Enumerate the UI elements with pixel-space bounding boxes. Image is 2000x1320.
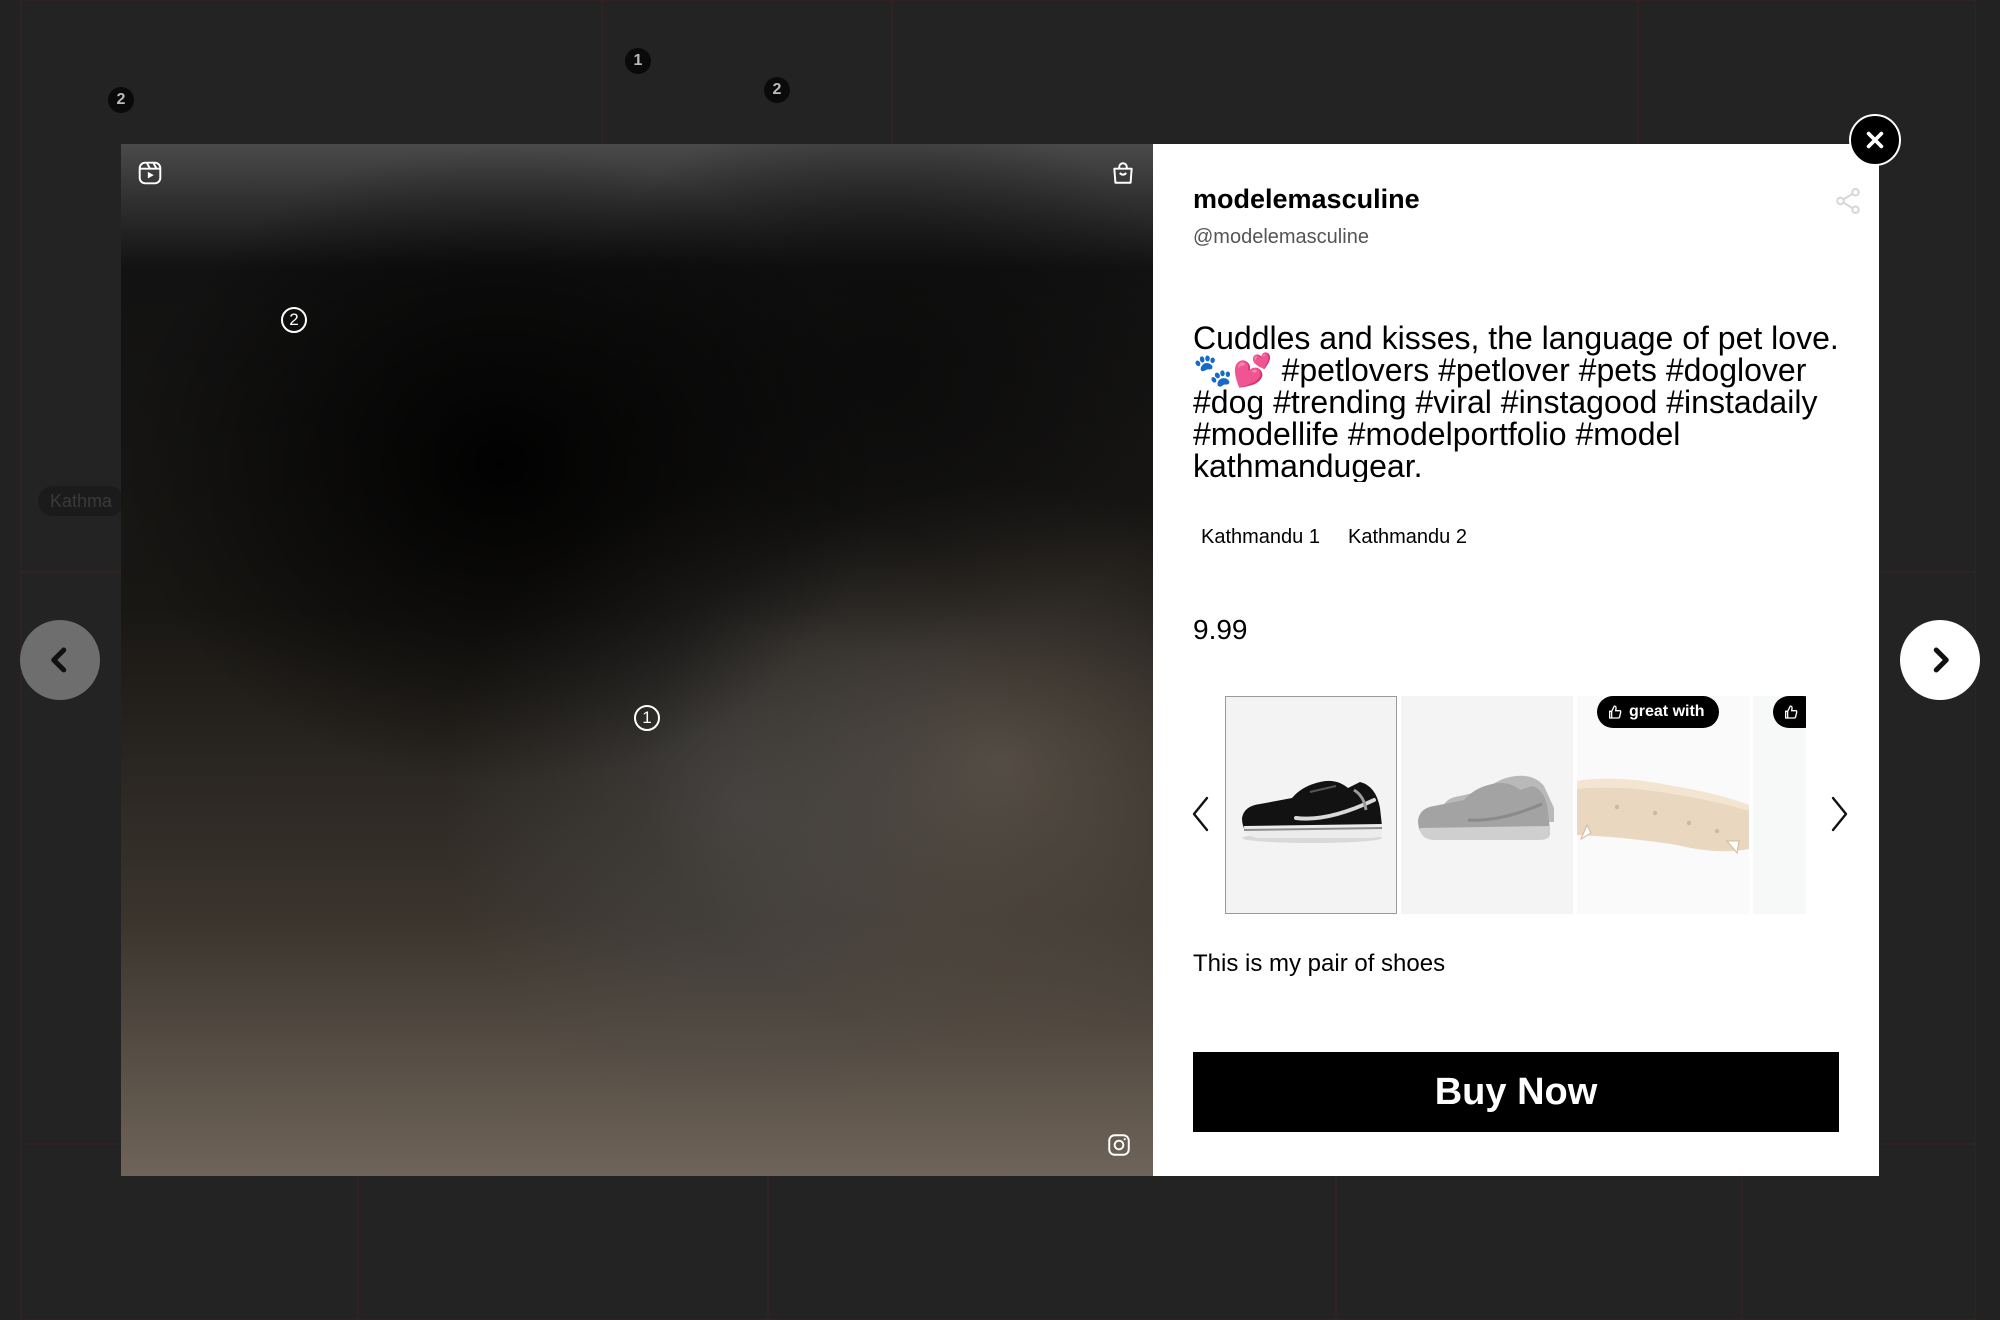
carousel-viewport: great with <box>1225 696 1806 916</box>
chevron-left-icon <box>1192 796 1209 832</box>
bg-tag-chip: Kathma <box>38 486 125 516</box>
carousel-next-button[interactable] <box>1827 794 1851 834</box>
shopping-bag-icon[interactable] <box>1110 160 1136 186</box>
user-handle[interactable]: @modelemasculine <box>1193 226 1369 249</box>
chevron-right-icon <box>1831 796 1848 832</box>
bg-tag-badge: 1 <box>625 48 651 74</box>
chevron-left-icon <box>51 647 67 673</box>
share-icon[interactable] <box>1833 186 1863 216</box>
product-card[interactable] <box>1577 696 1749 914</box>
product-tag-pin[interactable]: 2 <box>281 307 307 333</box>
reel-icon <box>137 160 163 186</box>
product-price: 9.99 <box>1193 614 1248 645</box>
bg-tag-badge: 2 <box>764 77 790 103</box>
close-modal-button[interactable] <box>1849 114 1901 166</box>
next-post-button[interactable] <box>1900 620 1980 700</box>
instagram-icon[interactable] <box>1106 1132 1132 1158</box>
previous-post-button[interactable] <box>20 620 100 700</box>
product-card[interactable] <box>1401 696 1573 914</box>
product-card[interactable] <box>1753 696 1806 914</box>
post-details-panel: modelemasculine @modelemasculine Cuddles… <box>1153 144 1879 1176</box>
great-with-badge <box>1773 696 1806 728</box>
black-running-shoe-image <box>1242 780 1383 843</box>
tag-list: Kathmandu 1 Kathmandu 2 <box>1193 522 1475 553</box>
grey-running-shoe-image <box>1418 775 1554 840</box>
buy-now-button[interactable]: Buy Now <box>1193 1052 1839 1132</box>
thumbs-up-icon <box>1785 705 1798 719</box>
username[interactable]: modelemasculine <box>1193 184 1420 215</box>
post-caption: Cuddles and kisses, the language of pet … <box>1193 322 1839 482</box>
tag-chip[interactable]: Kathmandu 2 <box>1340 522 1475 553</box>
product-carousel: great with <box>1189 696 1851 916</box>
chevron-right-icon <box>1933 647 1949 673</box>
post-media[interactable]: 2 1 <box>121 144 1153 1176</box>
great-with-badge: great with <box>1597 696 1719 728</box>
product-description: This is my pair of shoes <box>1193 950 1446 977</box>
thumbs-up-icon <box>1609 705 1622 719</box>
tag-chip[interactable]: Kathmandu 1 <box>1193 522 1328 553</box>
close-icon <box>1866 131 1884 149</box>
bg-tag-badge: 2 <box>108 87 134 113</box>
post-modal: 2 1 modelemasculine @modelemasculine Cud… <box>121 144 1879 1176</box>
carousel-prev-button[interactable] <box>1189 794 1213 834</box>
badge-label: great with <box>1629 703 1705 720</box>
product-tag-pin[interactable]: 1 <box>634 705 660 731</box>
product-card[interactable] <box>1225 696 1397 914</box>
cream-shoe-sole-image <box>1577 778 1749 855</box>
